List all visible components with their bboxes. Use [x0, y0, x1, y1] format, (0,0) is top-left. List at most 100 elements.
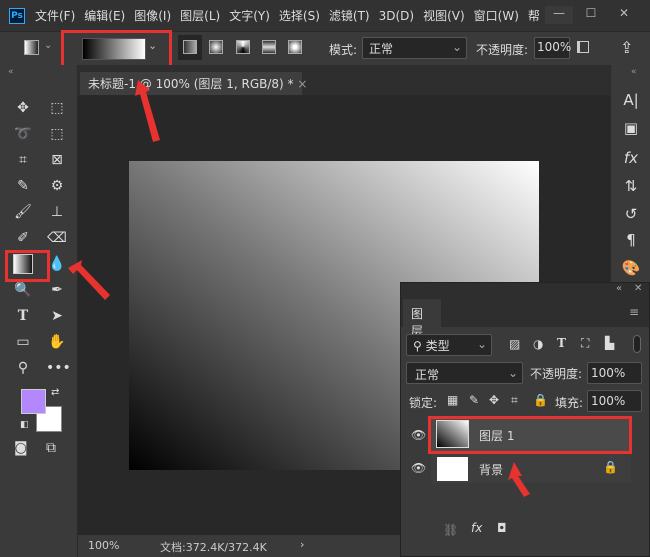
filter-shape-icon[interactable]: ⛶: [581, 336, 589, 351]
collapse-icon[interactable]: «: [631, 67, 637, 77]
quick-mask-icon[interactable]: ◙: [14, 440, 28, 456]
gradient-tool-highlight: [5, 250, 50, 282]
gradients-panel-icon[interactable]: ▣: [619, 119, 643, 141]
lock-all-icon[interactable]: 🔒: [533, 393, 548, 407]
blend-mode-select[interactable]: 正常 ⌄: [406, 362, 523, 384]
menu-help[interactable]: 帮: [528, 7, 540, 24]
foreground-color-swatch[interactable]: [21, 389, 46, 414]
fill-input[interactable]: 100%: [587, 390, 642, 412]
filter-type-icon[interactable]: T: [557, 336, 566, 350]
chevron-down-icon[interactable]: ⌄: [44, 40, 52, 51]
mode-value: 正常: [369, 42, 394, 56]
menu-window[interactable]: 窗口(W): [474, 7, 519, 24]
swatches-icon[interactable]: 🎨: [619, 259, 643, 281]
status-menu-arrow[interactable]: ›: [300, 538, 304, 551]
lock-position-icon[interactable]: ✥: [489, 393, 499, 407]
gradient-tool-preset-icon[interactable]: [24, 40, 39, 55]
layer-highlight: [428, 416, 632, 454]
tools-panel: « ✥ ⬚ ➰ ⬚ ⌗ ⊠ ✎ ⚙ 🖌 ⊥ ✐ ⌫ 💧 🔍 ✒ T ➤ ▭ ✋ …: [0, 65, 78, 557]
document-info: 文档:372.4K/372.4K: [160, 541, 267, 554]
path-select-tool-icon[interactable]: ➤: [46, 305, 68, 327]
layer-opacity-label: 不透明度:: [530, 367, 583, 381]
dodge-tool-icon[interactable]: 🔍: [12, 279, 34, 301]
collapse-icon[interactable]: «: [8, 67, 14, 77]
eraser-tool-icon[interactable]: ⌫: [46, 227, 68, 249]
pressure-opacity-icon[interactable]: [577, 41, 589, 53]
character-icon[interactable]: A|: [619, 91, 643, 113]
menu-3d[interactable]: 3D(D): [379, 9, 414, 23]
paragraph-icon[interactable]: ¶: [619, 231, 643, 253]
filter-adjustment-icon[interactable]: ◑: [533, 337, 543, 351]
layers-panel: « ✕ 图层 ≡ ⚲ 类型 ⌄ ▨ ◑ T ⛶ ▙ 正常 ⌄ 不透明度: 100% …: [400, 282, 650, 557]
linear-gradient-icon[interactable]: [183, 40, 197, 54]
tab-close-icon[interactable]: ×: [297, 77, 307, 91]
maximize-button[interactable]: ☐: [577, 6, 605, 24]
add-mask-icon[interactable]: ◘: [497, 521, 507, 535]
link-layers-icon[interactable]: ⛓: [443, 523, 458, 537]
opacity-input[interactable]: 100%: [534, 37, 571, 59]
menu-select[interactable]: 选择(S): [279, 7, 320, 24]
stamp-tool-icon[interactable]: ⊥: [46, 201, 68, 223]
visibility-eye-icon[interactable]: 👁: [411, 428, 426, 442]
angle-gradient-icon[interactable]: [236, 40, 250, 54]
default-colors-icon[interactable]: ◧: [20, 420, 29, 430]
hand-tool-icon[interactable]: ✋: [46, 331, 68, 353]
rectangle-tool-icon[interactable]: ▭: [12, 331, 34, 353]
document-tab[interactable]: 未标题-1 @ 100% (图层 1, RGB/8) * ×: [80, 72, 307, 95]
minimize-button[interactable]: —: [545, 6, 573, 24]
reflected-gradient-icon[interactable]: [262, 40, 276, 54]
fill-label: 填充:: [555, 396, 584, 410]
pen-tool-icon[interactable]: ✒: [46, 279, 68, 301]
menu-edit[interactable]: 编辑(E): [84, 7, 125, 24]
panel-menu-icon[interactable]: ≡: [629, 305, 639, 319]
move-tool-icon[interactable]: ✥: [12, 97, 34, 119]
lasso-tool-icon[interactable]: ➰: [12, 123, 34, 145]
history-brush-icon[interactable]: ✐: [12, 227, 34, 249]
zoom-tool-icon[interactable]: ⚲: [12, 357, 34, 379]
healing-brush-icon[interactable]: ⚙: [46, 175, 68, 197]
marquee-tool-icon[interactable]: ⬚: [46, 97, 68, 119]
layer-name: 背景: [479, 463, 504, 477]
lock-pixels-icon[interactable]: ✎: [469, 393, 479, 407]
diamond-gradient-icon[interactable]: [288, 40, 302, 54]
object-select-tool-icon[interactable]: ⬚: [46, 123, 68, 145]
history-icon[interactable]: ↺: [619, 205, 643, 227]
share-icon[interactable]: ⇪: [620, 38, 633, 57]
radial-gradient-icon[interactable]: [209, 40, 223, 54]
menu-image[interactable]: 图像(I): [134, 7, 171, 24]
tab-layers[interactable]: 图层: [403, 299, 441, 338]
mode-select[interactable]: 正常 ⌄: [362, 37, 467, 59]
filter-type-select[interactable]: ⚲ 类型 ⌄: [406, 334, 492, 356]
adjustments-icon[interactable]: ⇅: [619, 177, 643, 199]
filter-smart-object-icon[interactable]: ▙: [605, 336, 614, 350]
opacity-label: 不透明度:: [476, 43, 529, 57]
crop-tool-icon[interactable]: ⌗: [12, 149, 34, 171]
zoom-level[interactable]: 100%: [88, 539, 119, 552]
type-tool-icon[interactable]: T: [12, 305, 34, 327]
collapse-icon[interactable]: «: [616, 283, 622, 294]
layer-row-background[interactable]: 背景 🔒: [431, 454, 631, 483]
layer-opacity-input[interactable]: 100%: [587, 362, 642, 384]
filter-toggle[interactable]: [633, 335, 641, 353]
status-bar: 100% 文档:372.4K/372.4K ›: [78, 535, 400, 557]
more-tools-icon[interactable]: •••: [46, 357, 71, 379]
blend-mode-value: 正常: [415, 368, 440, 382]
menu-filter[interactable]: 滤镜(T): [329, 7, 370, 24]
brush-tool-icon[interactable]: 🖌: [12, 201, 34, 223]
eyedropper-tool-icon[interactable]: ✎: [12, 175, 34, 197]
lock-artboard-icon[interactable]: ⌗: [511, 393, 518, 408]
lock-transparent-icon[interactable]: ▦: [447, 393, 458, 407]
panel-close-icon[interactable]: ✕: [634, 283, 642, 294]
styles-fx-icon[interactable]: fx: [619, 149, 643, 171]
screen-mode-icon[interactable]: ⧉: [46, 440, 56, 456]
frame-tool-icon[interactable]: ⊠: [46, 149, 68, 171]
menu-type[interactable]: 文字(Y): [229, 7, 270, 24]
swap-colors-icon[interactable]: ⇄: [51, 387, 59, 398]
visibility-eye-icon[interactable]: 👁: [411, 461, 426, 475]
menu-file[interactable]: 文件(F): [35, 7, 75, 24]
filter-pixel-icon[interactable]: ▨: [509, 337, 520, 351]
fx-icon[interactable]: fx: [471, 521, 482, 535]
menu-layer[interactable]: 图层(L): [180, 7, 220, 24]
close-button[interactable]: ✕: [610, 6, 638, 24]
menu-view[interactable]: 视图(V): [423, 7, 465, 24]
